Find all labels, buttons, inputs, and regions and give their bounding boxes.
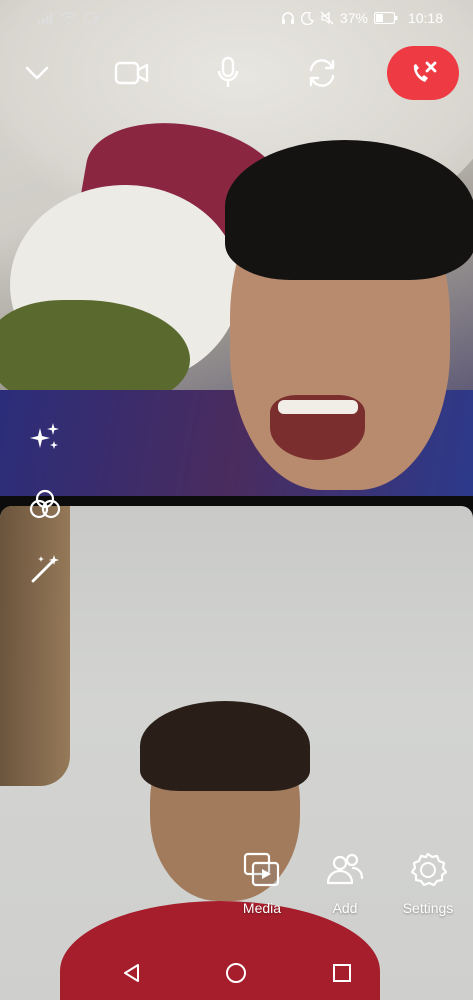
- switch-camera-button[interactable]: [296, 44, 348, 102]
- microphone-icon: [217, 56, 239, 87]
- add-people-icon: [326, 853, 364, 885]
- wifi-icon: [60, 11, 78, 25]
- screen-record-icon: [84, 12, 99, 24]
- recents-icon: [333, 964, 351, 982]
- home-icon: [226, 963, 246, 983]
- back-icon: [124, 964, 139, 982]
- mute-icon: [320, 11, 334, 25]
- back-button[interactable]: [112, 956, 152, 990]
- person-hair: [140, 701, 310, 791]
- media-icon: [243, 852, 280, 887]
- video-camera-icon: [114, 61, 149, 85]
- minimize-button[interactable]: [11, 44, 63, 102]
- media-label: Media: [242, 900, 282, 916]
- media-button[interactable]: Media: [222, 852, 302, 916]
- touch-up-button[interactable]: [22, 546, 68, 592]
- end-call-button[interactable]: [387, 46, 459, 100]
- add-label: Add: [332, 900, 358, 916]
- sparkles-icon: [30, 423, 59, 449]
- switch-camera-icon: [309, 59, 335, 87]
- end-call-icon: [413, 61, 437, 82]
- filters-icon: [29, 489, 61, 519]
- mic-toggle-button[interactable]: [202, 44, 254, 102]
- video-toggle-button[interactable]: [106, 44, 158, 102]
- add-participant-button[interactable]: Add: [305, 852, 385, 916]
- person-hair: [225, 140, 473, 280]
- filters-button[interactable]: [22, 482, 68, 528]
- effects-button[interactable]: [22, 414, 68, 460]
- battery-icon: [373, 12, 398, 24]
- chevron-down-icon: [25, 66, 49, 80]
- navigation-bar: [0, 946, 473, 1000]
- home-button[interactable]: [216, 956, 256, 990]
- status-bar: 37% 10:18: [0, 0, 473, 36]
- moon-icon: [300, 11, 314, 25]
- clock: 10:18: [407, 10, 443, 26]
- magic-wand-icon: [31, 555, 59, 583]
- self-video[interactable]: [0, 506, 473, 1000]
- recents-button[interactable]: [322, 956, 362, 990]
- person-teeth: [278, 400, 358, 414]
- video-call-screen: 37% 10:18 Media Add Settings: [0, 0, 473, 1000]
- settings-button[interactable]: Settings: [388, 852, 468, 916]
- gear-icon: [410, 852, 447, 887]
- signal-icon: [38, 12, 53, 24]
- call-controls: [0, 44, 473, 102]
- headset-icon: [281, 12, 294, 24]
- battery-percent: 37%: [339, 10, 368, 26]
- settings-label: Settings: [402, 900, 454, 916]
